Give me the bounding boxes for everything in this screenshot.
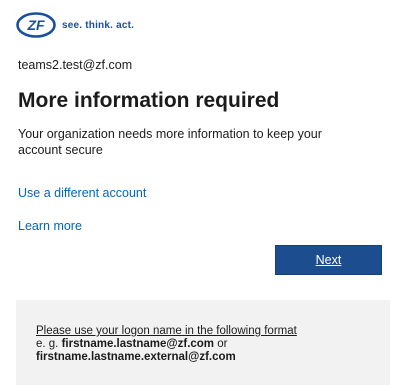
logon-format-notice: Please use your logon name in the follow… <box>36 325 381 364</box>
page-title: More information required <box>18 89 280 112</box>
signin-page: ZF see. think. act. teams2.test@zf.com M… <box>0 0 406 385</box>
brand-header: ZF see. think. act. <box>16 10 134 40</box>
footer-example-internal: firstname.lastname@zf.com <box>61 338 215 350</box>
footer-example-prefix: e. g. <box>36 338 62 350</box>
next-button[interactable]: Next <box>275 245 382 275</box>
use-different-account-link[interactable]: Use a different account <box>18 186 146 200</box>
footer-example-line: e. g. firstname.lastname@zf.com or <box>36 338 381 351</box>
footer-example-external: firstname.lastname.external@zf.com <box>36 351 236 363</box>
svg-text:ZF: ZF <box>26 17 45 33</box>
footer-instruction: Please use your logon name in the follow… <box>36 325 297 337</box>
learn-more-link[interactable]: Learn more <box>18 219 82 233</box>
account-identity: teams2.test@zf.com <box>18 58 133 72</box>
brand-tagline: see. think. act. <box>62 19 135 31</box>
zf-logo-icon: ZF <box>16 12 56 38</box>
description-text: Your organization needs more information… <box>18 127 322 157</box>
footer-example-or: or <box>214 338 228 350</box>
